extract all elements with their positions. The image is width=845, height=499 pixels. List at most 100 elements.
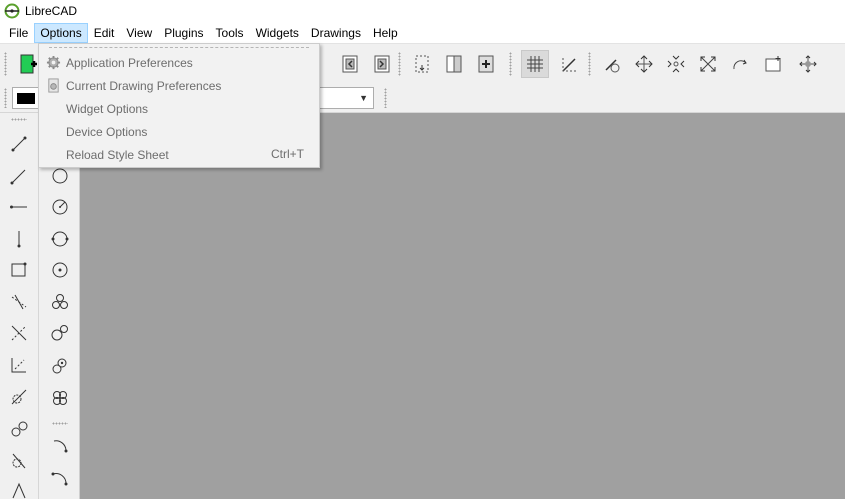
circle-inscribed-icon (52, 358, 67, 374)
line-vertical-button[interactable] (6, 226, 32, 252)
librecad-logo-icon (4, 3, 20, 19)
previous-view-icon (342, 55, 358, 73)
circle-2points-icon (51, 231, 69, 247)
tool-palette (0, 113, 80, 499)
new-document-icon (20, 54, 37, 74)
line-2points-button[interactable] (6, 131, 32, 157)
polygon-icon (12, 482, 26, 499)
menu-bar: File Options Edit View Plugins Tools Wid… (0, 22, 845, 43)
line-polygon-button[interactable] (6, 477, 32, 499)
circle-2points-button[interactable] (47, 226, 73, 252)
arc-center-button[interactable] (47, 433, 73, 459)
grid-toggle-button[interactable] (521, 50, 549, 78)
circle-tangent-icon (51, 325, 68, 341)
arc-3points-icon (51, 472, 68, 486)
toolbar-grip[interactable] (4, 52, 7, 76)
arc-3points-button[interactable] (47, 465, 73, 491)
page-break-button[interactable] (408, 50, 436, 78)
palette-grip[interactable] (11, 118, 27, 121)
previous-view-button[interactable] (336, 50, 364, 78)
line-tangent2-button[interactable] (6, 416, 32, 442)
palette-grip[interactable] (52, 422, 68, 425)
draft-pencil-icon (562, 58, 576, 72)
menu-plugins[interactable]: Plugins (158, 23, 209, 43)
zoom-window-button[interactable] (760, 50, 788, 78)
auto-zoom-icon (700, 56, 716, 72)
document-settings-icon (48, 78, 59, 93)
zoom-pan-button[interactable] (794, 50, 822, 78)
circle-tangent3-button[interactable] (47, 384, 73, 410)
rectangle-button[interactable] (6, 257, 32, 283)
pen-color-combo[interactable] (12, 87, 40, 109)
pen-style-combo[interactable]: ▼ (318, 87, 374, 109)
zoom-previous-button[interactable] (726, 50, 754, 78)
gear-icon (46, 55, 61, 70)
pen-color-swatch (17, 93, 35, 104)
line-orthogonal-button[interactable] (6, 352, 32, 378)
zoom-in-arrows-icon (635, 55, 653, 73)
circle-concentric-button[interactable] (47, 289, 73, 315)
horizontal-line-icon (10, 205, 27, 209)
menu-tools[interactable]: Tools (210, 23, 250, 43)
tangent-icon (11, 389, 27, 405)
menu-item-label: Application Preferences (66, 55, 193, 70)
circles-cluster-icon (53, 391, 67, 405)
circle-tangent-button[interactable] (47, 320, 73, 346)
circle-3points-icon (52, 262, 68, 278)
book-icon (446, 55, 462, 73)
grid-icon (527, 56, 543, 72)
menu-item-widget-options[interactable]: Widget Options (39, 97, 319, 120)
circle-inscribed-button[interactable] (47, 352, 73, 378)
menu-edit[interactable]: Edit (88, 23, 121, 43)
toolbar-grip[interactable] (398, 52, 401, 76)
menu-item-label: Current Drawing Preferences (66, 78, 222, 93)
auto-zoom-button[interactable] (694, 50, 722, 78)
line-relative-angle-button[interactable] (6, 448, 32, 474)
book-view-button[interactable] (440, 50, 468, 78)
circle-3points-button[interactable] (47, 257, 73, 283)
page-dashed-icon (415, 55, 429, 73)
menu-drawings[interactable]: Drawings (305, 23, 367, 43)
menu-item-application-preferences[interactable]: Application Preferences (39, 51, 319, 74)
redraw-button[interactable] (598, 50, 626, 78)
zoom-in-button[interactable] (630, 50, 658, 78)
tangent-circles-icon (11, 421, 28, 437)
toolbar-grip[interactable] (509, 52, 512, 76)
add-page-icon (478, 55, 494, 73)
rectangle-icon (11, 262, 27, 277)
options-menu-dropdown: Application Preferences Current Drawing … (38, 43, 320, 168)
line-parallel-button[interactable] (6, 320, 32, 346)
menu-file[interactable]: File (3, 23, 34, 43)
menu-help[interactable]: Help (367, 23, 404, 43)
menu-item-shortcut: Ctrl+T (271, 147, 304, 161)
line-horizontal-button[interactable] (6, 194, 32, 220)
window-title: LibreCAD (25, 4, 78, 18)
orthogonal-icon (11, 358, 26, 373)
menu-tearoff-separator[interactable] (49, 47, 309, 48)
vertical-line-icon (17, 231, 21, 248)
redraw-icon (605, 59, 620, 73)
menu-options[interactable]: Options (34, 22, 88, 43)
line-bisector-button[interactable] (6, 289, 32, 315)
zoom-out-button[interactable] (662, 50, 690, 78)
toolbar-grip[interactable] (384, 88, 387, 108)
circle-center-radius-button[interactable] (47, 194, 73, 220)
menu-view[interactable]: View (120, 23, 158, 43)
menu-item-current-drawing-preferences[interactable]: Current Drawing Preferences (39, 74, 319, 97)
line-angle-button[interactable] (6, 163, 32, 189)
menu-widgets[interactable]: Widgets (250, 23, 305, 43)
toolbar-grip[interactable] (588, 52, 591, 76)
toolbar-grip[interactable] (4, 88, 7, 108)
line-tangent-button[interactable] (6, 384, 32, 410)
menu-item-reload-style-sheet[interactable]: Reload Style Sheet Ctrl+T (39, 143, 319, 166)
drawing-canvas[interactable] (80, 113, 845, 499)
next-view-button[interactable] (368, 50, 396, 78)
menu-item-label: Device Options (66, 124, 148, 139)
draft-mode-button[interactable] (556, 50, 584, 78)
pan-arrows-icon (799, 55, 817, 73)
circle-icon (52, 168, 68, 184)
menu-item-device-options[interactable]: Device Options (39, 120, 319, 143)
parallel-icon (11, 325, 27, 341)
arc-icon (53, 440, 68, 453)
add-page-button[interactable] (472, 50, 500, 78)
